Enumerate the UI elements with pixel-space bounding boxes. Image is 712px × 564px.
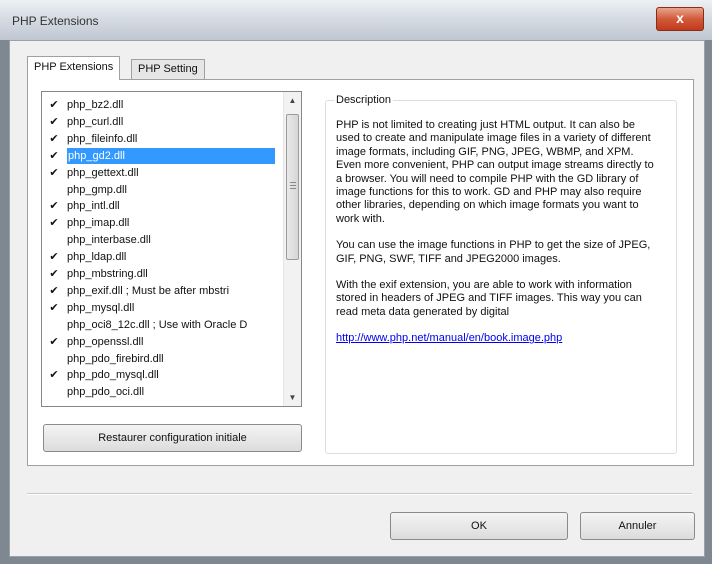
extension-item[interactable]: ✔ php_intl.dll: [42, 198, 282, 214]
extension-label: php_intl.dll: [67, 200, 120, 213]
tab-php-setting[interactable]: PHP Setting: [131, 59, 205, 79]
extensions-list[interactable]: ✔ php_bz2.dll ✔ php_curl.dll ✔ php_fileinfo.d…: [41, 91, 302, 407]
extension-checkbox[interactable]: ✔: [48, 131, 60, 147]
cancel-button[interactable]: Annuler: [580, 512, 695, 540]
extension-label: php_imap.dll: [67, 217, 130, 230]
thumb-grip-line: [290, 182, 296, 183]
extension-checkbox[interactable]: ✔: [48, 97, 60, 113]
extension-checkbox[interactable]: ✔: [48, 215, 60, 231]
extension-label: php_gettext.dll: [67, 166, 139, 179]
extension-checkbox[interactable]: ✔: [48, 198, 60, 214]
extension-label: php_pdo_mysql.dll: [67, 369, 159, 382]
description-text: PHP is not limited to creating just HTML…: [336, 119, 658, 346]
extension-item[interactable]: php_interbase.dll: [42, 232, 282, 248]
thumb-grip-line: [290, 188, 296, 189]
extension-checkbox[interactable]: ✔: [48, 165, 60, 181]
tab-php-extensions[interactable]: PHP Extensions: [27, 56, 121, 80]
extension-label: php_pdo_oci.dll: [67, 386, 145, 399]
extension-item[interactable]: ✔ php_mbstring.dll: [42, 266, 282, 282]
list-scrollbar[interactable]: ▲ ▼: [283, 92, 301, 406]
extension-item[interactable]: ✔ php_bz2.dll: [42, 97, 282, 113]
extension-item[interactable]: ✔ php_exif.dll ; Must be after mbstri: [42, 283, 282, 299]
extension-label: php_exif.dll ; Must be after mbstri: [67, 284, 230, 297]
extension-item[interactable]: ✔ php_imap.dll: [42, 215, 282, 231]
scrollbar-thumb[interactable]: [286, 114, 299, 260]
extension-label: php_gmp.dll: [67, 183, 127, 196]
extension-item[interactable]: ✔ php_curl.dll: [42, 114, 282, 130]
extension-label: php_fileinfo.dll: [67, 132, 138, 145]
extension-checkbox[interactable]: ✔: [48, 114, 60, 130]
description-legend: Description: [334, 94, 394, 106]
extension-item[interactable]: ✔ php_ldap.dll: [42, 249, 282, 265]
extension-checkbox[interactable]: ✔: [48, 283, 60, 299]
description-paragraph: PHP is not limited to creating just HTML…: [336, 119, 654, 225]
scroll-down-arrow-icon[interactable]: ▼: [284, 389, 301, 406]
description-paragraph: With the exif extension, you are able to…: [336, 279, 642, 318]
description-paragraph: You can use the image functions in PHP t…: [336, 239, 651, 265]
extension-label: php_gd2.dll: [67, 147, 275, 164]
close-button[interactable]: x: [656, 7, 704, 31]
manual-link[interactable]: http://www.php.net/manual/en/book.image.…: [336, 332, 562, 344]
extension-label: php_oci8_12c.dll ; Use with Oracle D: [67, 318, 248, 331]
extension-checkbox[interactable]: ✔: [48, 334, 60, 350]
extension-label: php_openssl.dll: [67, 335, 144, 348]
extension-label: php_bz2.dll: [67, 99, 124, 111]
extension-label: php_pdo_firebird.dll: [67, 352, 164, 365]
title-bar: PHP Extensions x: [0, 0, 712, 40]
thumb-grip-line: [290, 185, 296, 186]
window-title: PHP Extensions: [12, 14, 99, 28]
extension-item[interactable]: ✔ php_gettext.dll: [42, 165, 282, 181]
extension-item[interactable]: ✔ php_mysql.dll: [42, 300, 282, 316]
extension-checkbox[interactable]: ✔: [48, 266, 60, 282]
close-icon: x: [676, 10, 684, 26]
restore-defaults-button[interactable]: Restaurer configuration initiale: [43, 424, 302, 452]
extension-checkbox[interactable]: ✔: [48, 367, 60, 383]
extension-label: php_ldap.dll: [67, 251, 127, 264]
scroll-up-arrow-icon[interactable]: ▲: [284, 92, 301, 109]
extension-checkbox[interactable]: ✔: [48, 300, 60, 316]
extension-item[interactable]: ✔ php_pdo_mysql.dll: [42, 367, 282, 383]
extension-checkbox[interactable]: ✔: [48, 249, 60, 265]
extension-item[interactable]: php_gmp.dll: [42, 182, 282, 198]
extension-item[interactable]: ✔ php_openssl.dll: [42, 334, 282, 350]
extension-item[interactable]: php_pdo_firebird.dll: [42, 351, 282, 367]
extension-checkbox[interactable]: ✔: [48, 148, 60, 164]
separator: [27, 493, 692, 495]
extension-label: php_mysql.dll: [67, 301, 135, 314]
extension-label: php_interbase.dll: [67, 234, 151, 247]
extension-item[interactable]: php_pdo_oci.dll: [42, 384, 282, 400]
extension-label: php_mbstring.dll: [67, 268, 148, 280]
extension-item[interactable]: ✔ php_gd2.dll: [42, 147, 282, 164]
extension-item[interactable]: ✔ php_fileinfo.dll: [42, 131, 282, 147]
extension-item[interactable]: php_oci8_12c.dll ; Use with Oracle D: [42, 317, 282, 333]
extension-label: php_curl.dll: [67, 115, 124, 128]
ok-button[interactable]: OK: [390, 512, 568, 540]
